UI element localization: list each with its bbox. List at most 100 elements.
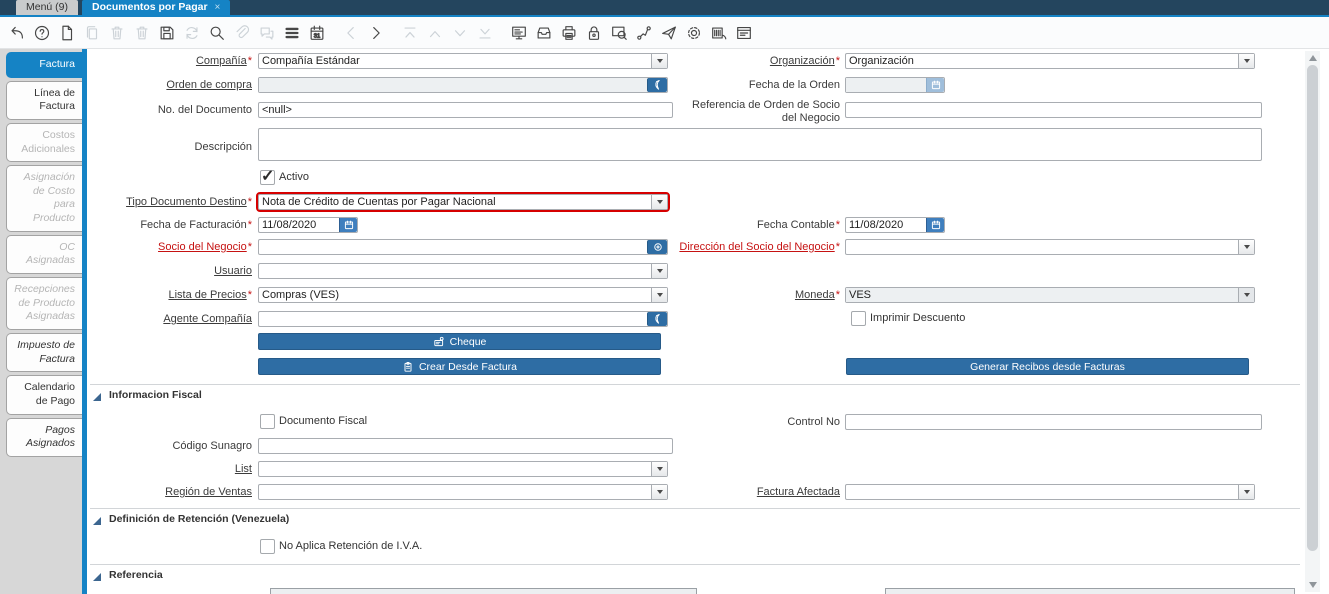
socio-negocio-label: Socio del Negocio*: [89, 241, 252, 254]
list-dropdown-arrow-icon[interactable]: [651, 462, 667, 476]
descripcion-textarea[interactable]: [258, 128, 1262, 161]
section-informacion-fiscal[interactable]: Informacion Fiscal: [93, 389, 202, 401]
referencia-orden-input[interactable]: [845, 102, 1262, 118]
collapse-triangle-icon: [93, 573, 101, 581]
sidebar-tab-linea-de-factura[interactable]: Línea de Factura: [6, 81, 82, 120]
fecha-contable-calendar-icon[interactable]: [926, 218, 944, 232]
preferences-icon[interactable]: [684, 23, 704, 43]
cheque-button[interactable]: Cheque: [258, 333, 661, 350]
direccion-socio-label: Dirección del Socio del Negocio*: [677, 241, 840, 254]
tab-documentos-por-pagar[interactable]: Documentos por Pagar ×: [82, 0, 230, 15]
agente-compania-field[interactable]: [258, 311, 668, 327]
fecha-facturacion-calendar-icon[interactable]: [339, 218, 357, 232]
region-ventas-select[interactable]: [258, 484, 668, 500]
factura-afectada-select[interactable]: [845, 484, 1255, 500]
codigo-sunagro-input[interactable]: [258, 438, 673, 454]
sidebar-tab-factura[interactable]: Factura: [6, 52, 82, 78]
requests-icon[interactable]: [659, 23, 679, 43]
imprimir-descuento-checkbox[interactable]: [851, 311, 866, 326]
list-select[interactable]: [258, 461, 668, 477]
documento-fiscal-checkbox[interactable]: [260, 414, 275, 429]
parent-record-icon: [425, 23, 445, 43]
tipo-documento-destino-select[interactable]: [258, 194, 668, 210]
sidebar-tab-asignacion-de-costo-para-producto: Asignación de Costo para Producto: [6, 165, 82, 232]
crear-desde-factura-button[interactable]: Crear Desde Factura: [258, 358, 661, 375]
lista-precios-select[interactable]: [258, 287, 668, 303]
prev-record-icon: [341, 23, 361, 43]
socio-negocio-field[interactable]: [258, 239, 668, 255]
fecha-contable-field[interactable]: [845, 217, 945, 233]
print-icon[interactable]: [559, 23, 579, 43]
delete-selection-icon: [132, 23, 152, 43]
region-ventas-dropdown-arrow-icon[interactable]: [651, 485, 667, 499]
next-record-icon[interactable]: [366, 23, 386, 43]
clipped-field: [885, 588, 1295, 594]
detail-record-icon: [450, 23, 470, 43]
orden-compra-search-icon[interactable]: [647, 78, 667, 92]
activo-checkbox[interactable]: [260, 170, 275, 185]
referencia-title: Referencia: [109, 569, 163, 581]
region-ventas-label: Región de Ventas: [89, 486, 252, 499]
orden-compra-field[interactable]: [258, 77, 668, 93]
find-icon[interactable]: [207, 23, 227, 43]
generar-recibos-button[interactable]: Generar Recibos desde Facturas: [846, 358, 1249, 375]
workflow-icon[interactable]: [634, 23, 654, 43]
sidebar-tab-oc-asignadas: OC Asignadas: [6, 235, 82, 274]
direccion-dropdown-arrow-icon[interactable]: [1238, 240, 1254, 254]
sidebar-tab-impuesto-de-factura[interactable]: Impuesto de Factura: [6, 333, 82, 372]
zoom-across-icon[interactable]: [609, 23, 629, 43]
usuario-select[interactable]: [258, 263, 668, 279]
section-definicion-retencion[interactable]: Definición de Retención (Venezuela): [93, 513, 289, 525]
new-record-icon[interactable]: [57, 23, 77, 43]
fecha-facturacion-field[interactable]: [258, 217, 358, 233]
fecha-facturacion-label: Fecha de Facturación*: [89, 219, 252, 232]
section-divider: [90, 564, 1300, 565]
collapse-triangle-icon: [93, 393, 101, 401]
compania-dropdown-arrow-icon[interactable]: [651, 54, 667, 68]
control-no-input[interactable]: [845, 414, 1262, 430]
help-icon[interactable]: [32, 23, 52, 43]
socio-negocio-record-icon[interactable]: [647, 240, 667, 254]
save-icon[interactable]: [157, 23, 177, 43]
fecha-orden-calendar-icon: [926, 78, 944, 92]
undo-icon[interactable]: [7, 23, 27, 43]
descripcion-label: Descripción: [89, 141, 252, 154]
vertical-scrollbar[interactable]: [1305, 51, 1320, 592]
grid-toggle-icon[interactable]: [282, 23, 302, 43]
agente-compania-search-icon[interactable]: [647, 312, 667, 326]
delete-record-icon: [107, 23, 127, 43]
calendar-icon[interactable]: [307, 23, 327, 43]
lista-precios-dropdown-arrow-icon[interactable]: [651, 288, 667, 302]
section-referencia[interactable]: Referencia: [93, 569, 163, 581]
help-window-icon[interactable]: [734, 23, 754, 43]
sidebar-tab-calendario-de-pago[interactable]: Calendario de Pago: [6, 375, 82, 414]
organizacion-dropdown-arrow-icon[interactable]: [1238, 54, 1254, 68]
product-info-icon[interactable]: [709, 23, 729, 43]
factura-afectada-dropdown-arrow-icon[interactable]: [1238, 485, 1254, 499]
activo-label: Activo: [279, 171, 309, 183]
informacion-fiscal-title: Informacion Fiscal: [109, 389, 202, 401]
referencia-orden-label: Referencia de Orden de Socio del Negocio: [677, 99, 840, 125]
chat-icon: [257, 23, 277, 43]
tab-menu[interactable]: Menú (9): [16, 0, 78, 15]
compania-label: Compañía*: [89, 55, 252, 68]
tipo-documento-dropdown-arrow-icon[interactable]: [651, 195, 667, 209]
scrollbar-thumb[interactable]: [1307, 65, 1318, 551]
usuario-dropdown-arrow-icon[interactable]: [651, 264, 667, 278]
scroll-up-icon[interactable]: [1309, 55, 1317, 61]
sidebar-tab-pagos-asignados[interactable]: Pagos Asignados: [6, 418, 82, 457]
no-documento-input[interactable]: [258, 102, 673, 118]
compania-select[interactable]: [258, 53, 668, 69]
lock-icon[interactable]: [584, 23, 604, 43]
close-tab-icon[interactable]: ×: [215, 0, 221, 15]
direccion-socio-select[interactable]: [845, 239, 1255, 255]
sidebar-tab-recepciones-de-producto-asignadas: Recepciones de Producto Asignadas: [6, 277, 82, 330]
generar-recibos-label: Generar Recibos desde Facturas: [970, 361, 1125, 373]
no-aplica-retencion-checkbox[interactable]: [260, 539, 275, 554]
toolbar: [0, 17, 1329, 49]
section-divider: [90, 384, 1300, 385]
report-icon[interactable]: [509, 23, 529, 43]
scroll-down-icon[interactable]: [1309, 582, 1317, 588]
organizacion-select[interactable]: [845, 53, 1255, 69]
archive-icon[interactable]: [534, 23, 554, 43]
